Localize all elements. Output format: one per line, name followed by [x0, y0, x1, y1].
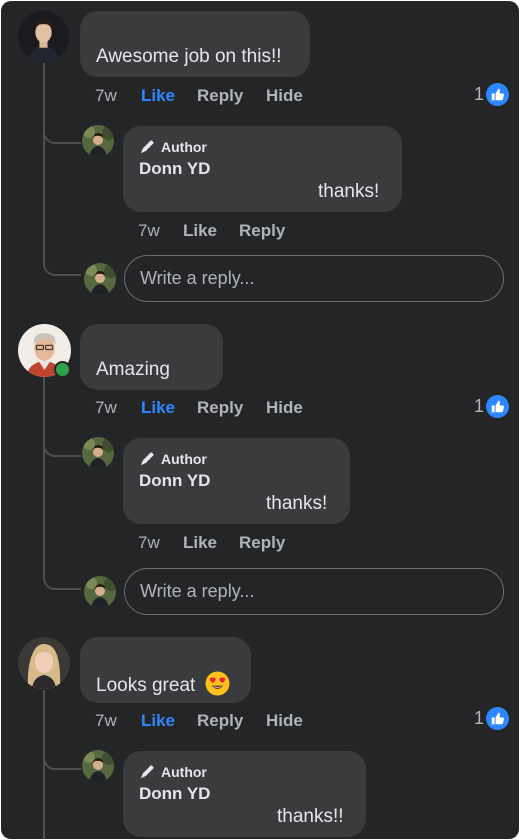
hide-button[interactable]: Hide [266, 86, 303, 106]
reaction-summary[interactable]: 1 [474, 395, 510, 418]
avatar [84, 263, 116, 295]
hide-button[interactable]: Hide [266, 711, 303, 731]
author-badge-label: Author [161, 138, 207, 155]
comment-timestamp[interactable]: 7w [95, 398, 117, 418]
reply-input[interactable] [124, 568, 504, 615]
like-button[interactable]: Like [183, 221, 217, 241]
comment-text-label: Looks great [96, 675, 196, 696]
like-button[interactable]: Like [141, 86, 175, 106]
thread-connector-curve [43, 429, 81, 457]
thread-connector [43, 377, 45, 563]
reaction-count: 1 [474, 84, 485, 104]
thread-connector-curve [43, 116, 81, 144]
reply-bubble: Author Donn YD thanks!! [123, 751, 366, 837]
avatar[interactable] [82, 125, 114, 157]
reply-text: thanks!! [277, 806, 344, 827]
reply-button[interactable]: Reply [239, 221, 285, 241]
reaction-summary[interactable]: 1 [474, 83, 510, 106]
thread-connector [43, 63, 45, 249]
reply-input[interactable] [124, 255, 504, 302]
author-badge: Author [139, 138, 207, 155]
avatar[interactable] [18, 11, 69, 62]
user-avatar-dark-hair [18, 11, 69, 62]
thread-connector-curve [43, 555, 81, 590]
author-badge: Author [139, 450, 207, 467]
comment-bubble: Looks great [80, 637, 251, 703]
thread-connector-curve [43, 742, 81, 770]
like-button[interactable]: Like [141, 398, 175, 418]
reply-author-name[interactable]: Donn YD [139, 784, 210, 804]
online-status-dot [54, 361, 71, 378]
avatar [84, 576, 116, 608]
reaction-summary[interactable]: 1 [474, 707, 510, 730]
reply-button[interactable]: Reply [239, 533, 285, 553]
thumbs-up-icon [486, 707, 510, 730]
author-badge-label: Author [161, 450, 207, 467]
comment-bubble: Amazing [80, 324, 223, 390]
pen-icon [140, 140, 154, 154]
current-user-avatar [84, 263, 116, 295]
comment-text: Amazing [96, 359, 170, 380]
reply-button[interactable]: Reply [197, 86, 243, 106]
pen-icon [140, 452, 154, 466]
reaction-count: 1 [474, 396, 485, 416]
avatar[interactable] [82, 437, 114, 469]
comment-bubble: Awesome job on this!! [80, 11, 310, 77]
comment-timestamp[interactable]: 7w [95, 711, 117, 731]
thumbs-up-icon [486, 395, 510, 418]
comments-panel: Awesome job on this!! 7w Like Reply Hide… [1, 1, 519, 839]
hide-button[interactable]: Hide [266, 398, 303, 418]
like-button[interactable]: Like [141, 711, 175, 731]
reaction-count: 1 [474, 708, 485, 728]
comment-text: Looks great [96, 671, 230, 697]
reply-button[interactable]: Reply [197, 398, 243, 418]
reply-text: thanks! [266, 493, 328, 514]
reply-timestamp[interactable]: 7w [138, 221, 160, 241]
avatar[interactable] [82, 750, 114, 782]
reply-bubble: Author Donn YD thanks! [123, 126, 402, 212]
reply-text: thanks! [318, 181, 380, 202]
author-badge: Author [139, 763, 207, 780]
author-badge-label: Author [161, 763, 207, 780]
author-avatar [82, 125, 114, 157]
user-avatar-blonde [18, 637, 70, 689]
comment-timestamp[interactable]: 7w [95, 86, 117, 106]
pen-icon [140, 765, 154, 779]
avatar[interactable] [18, 637, 70, 689]
reply-button[interactable]: Reply [197, 711, 243, 731]
reply-author-name[interactable]: Donn YD [139, 159, 210, 179]
current-user-avatar [84, 576, 116, 608]
reply-bubble: Author Donn YD thanks! [123, 438, 350, 524]
reply-author-name[interactable]: Donn YD [139, 471, 210, 491]
heart-eyes-emoji-icon [205, 671, 230, 696]
comment-text: Awesome job on this!! [96, 46, 282, 67]
like-button[interactable]: Like [183, 533, 217, 553]
author-avatar [82, 750, 114, 782]
author-avatar [82, 437, 114, 469]
reply-timestamp[interactable]: 7w [138, 533, 160, 553]
thumbs-up-icon [486, 83, 510, 106]
thread-connector-curve [43, 241, 81, 276]
